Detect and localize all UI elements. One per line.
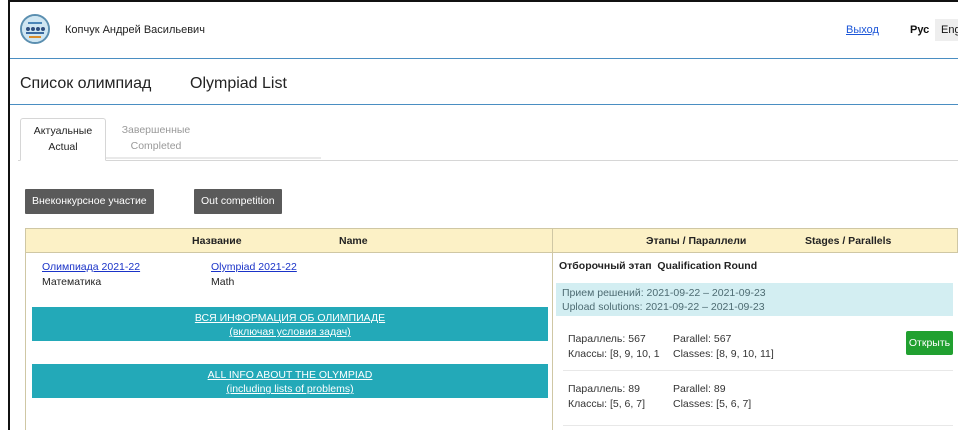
tab-actual-label-ru: Актуальные [33, 125, 93, 137]
tab-completed-underline [106, 157, 321, 159]
classes-ru: Классы: [5, 6, 7] [568, 398, 645, 410]
tab-actual[interactable]: Актуальные Actual [20, 118, 106, 161]
olympiad-info-ru-button[interactable]: ВСЯ ИНФОРМАЦИЯ ОБ ОЛИМПИАДЕ (включая усл… [32, 307, 548, 341]
info-ru-line1: ВСЯ ИНФОРМАЦИЯ ОБ ОЛИМПИАДЕ [194, 312, 386, 324]
info-en-line2: (including lists of problems) [226, 383, 354, 395]
stage-title-en: Qualification Round [657, 260, 758, 272]
parallel-en: Parallel: 567 [673, 333, 732, 345]
olympiad-title-ru-link[interactable]: Олимпиада 2021-22 [42, 261, 140, 273]
window-left-border [8, 0, 10, 430]
olympiad-title-en-link[interactable]: Olympiad 2021-22 [211, 261, 297, 273]
parallel-row-divider [563, 425, 953, 426]
info-ru-line2: (включая условия задач) [229, 326, 351, 338]
page-title-ru: Список олимпиад [20, 75, 152, 92]
classes-ru: Классы: [8, 9, 10, 1 [568, 348, 660, 360]
tab-completed-label-en: Completed [130, 140, 182, 152]
parallel-ru: Параллель: 89 [568, 383, 640, 395]
olympiad-name-cell: Олимпиада 2021-22 Olympiad 2021-22 Матем… [25, 253, 553, 430]
olympiad-subject-en: Math [211, 276, 235, 288]
out-competition-en-button[interactable]: Out competition [194, 189, 282, 214]
tabs-baseline [18, 160, 958, 161]
parallel-row-divider [563, 370, 953, 371]
stages-cell: Отборочный этап Qualification Round Прие… [553, 253, 958, 430]
classes-en: Classes: [8, 9, 10, 11] [673, 348, 774, 360]
classes-en: Classes: [5, 6, 7] [673, 398, 752, 410]
parallel-row: Параллель: 567 Parallel: 567 Классы: [8,… [553, 323, 958, 367]
header-stages-ru: Этапы / Параллели [646, 235, 747, 247]
logout-link[interactable]: Выход [846, 24, 879, 36]
olympiad-info-en-button[interactable]: ALL INFO ABOUT THE OLYMPIAD (including l… [32, 364, 548, 398]
upload-solutions-period: Прием решений: 2021-09-22 – 2021-09-23 U… [556, 283, 953, 316]
stage-title: Отборочный этап Qualification Round [559, 260, 757, 272]
app-header: Копчук Андрей Васильевич Выход Рус Eng [10, 2, 958, 58]
olympiad-subject-ru: Математика [42, 276, 102, 288]
open-button[interactable]: Открыть [906, 331, 953, 355]
header-name-ru: Название [192, 235, 242, 247]
tab-completed-label-ru: Завершенные [121, 124, 191, 136]
stage-title-ru: Отборочный этап [559, 260, 652, 272]
user-name: Копчук Андрей Васильевич [65, 24, 205, 36]
upload-period-en: Upload solutions: 2021-09-22 – 2021-09-2… [562, 301, 765, 313]
table-header-stages: Этапы / Параллели Stages / Parallels [553, 228, 958, 253]
header-stages-en: Stages / Parallels [805, 235, 892, 247]
info-en-line1: ALL INFO ABOUT THE OLYMPIAD [207, 369, 373, 381]
parallel-en: Parallel: 89 [673, 383, 726, 395]
tab-completed[interactable]: Завершенные Completed [106, 118, 206, 160]
title-divider [10, 104, 958, 105]
page-title-en: Olympiad List [190, 75, 287, 92]
parallel-ru: Параллель: 567 [568, 333, 646, 345]
lang-en-button[interactable]: Eng [935, 19, 958, 41]
out-competition-ru-button[interactable]: Внеконкурсное участие [25, 189, 154, 214]
header-name-en: Name [339, 235, 368, 247]
upload-period-ru: Прием решений: 2021-09-22 – 2021-09-23 [562, 287, 766, 299]
header-divider [10, 58, 958, 59]
olympiad-table: Название Name Этапы / Параллели Stages /… [25, 228, 958, 430]
olympiad-logo-icon[interactable] [20, 14, 50, 44]
lang-ru-button[interactable]: Рус [910, 24, 929, 36]
parallel-row: Параллель: 89 Parallel: 89 Классы: [5, 6… [553, 373, 958, 417]
table-header-name: Название Name [25, 228, 553, 253]
tab-actual-label-en: Actual [48, 141, 78, 153]
